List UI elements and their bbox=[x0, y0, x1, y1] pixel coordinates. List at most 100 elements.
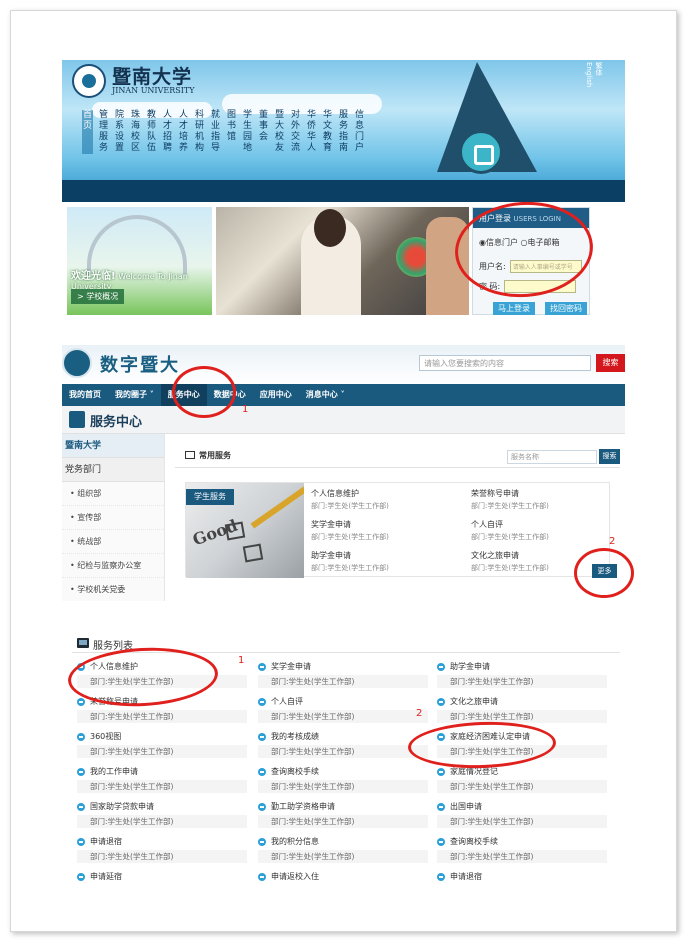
jnu-nav-item[interactable]: 董事会 bbox=[258, 110, 269, 154]
sidebar-item[interactable]: • 组织部 bbox=[62, 482, 164, 506]
list-item-name[interactable]: 360视图 bbox=[90, 731, 121, 742]
jnu-nav-item[interactable]: 科研机构 bbox=[194, 110, 205, 154]
jnu-nav-item[interactable]: 珠海校区 bbox=[130, 110, 141, 154]
service-name[interactable]: 荣誉称号申请 bbox=[471, 488, 519, 499]
lang-english-link[interactable]: English bbox=[584, 62, 594, 87]
password-input[interactable] bbox=[504, 280, 577, 293]
jnu-nav-item[interactable]: 暨大校友 bbox=[274, 110, 285, 154]
tab-my-circle[interactable]: 我的圈子 ˅ bbox=[108, 384, 161, 406]
sidebar-group[interactable]: 党务部门 bbox=[62, 458, 164, 482]
list-item-name[interactable]: 申请退宿 bbox=[450, 871, 482, 882]
jnu-nav-item[interactable]: 首页 bbox=[82, 110, 93, 154]
list-item-name[interactable]: 奖学金申请 bbox=[271, 661, 311, 672]
list-item[interactable]: 申请返校入住 bbox=[258, 870, 428, 884]
service-name[interactable]: 个人信息维护 bbox=[311, 488, 359, 499]
service-name[interactable]: 奖学金申请 bbox=[311, 519, 351, 530]
service-cell[interactable]: 奖学金申请 部门:学生处(学生工作部) bbox=[308, 516, 453, 546]
username-input[interactable]: 请输入人事编号或学号 bbox=[509, 260, 582, 273]
jnu-nav-item[interactable]: 图书馆 bbox=[226, 110, 237, 154]
list-item-name[interactable]: 申请退宿 bbox=[90, 836, 122, 847]
jnu-nav-item[interactable]: 华侨华人 bbox=[306, 110, 317, 154]
list-item[interactable]: 360视图 部门:学生处(学生工作部) bbox=[77, 730, 247, 764]
jnu-nav-item[interactable]: 管理服务 bbox=[98, 110, 109, 154]
service-cell[interactable]: 个人自评 部门:学生处(学生工作部) bbox=[468, 516, 613, 546]
list-item-name[interactable]: 国家助学贷款申请 bbox=[90, 801, 154, 812]
list-item[interactable]: 查询离校手续 部门:学生处(学生工作部) bbox=[437, 835, 607, 869]
service-search-input[interactable]: 服务名称 bbox=[507, 450, 597, 464]
list-item[interactable]: 我的工作申请 部门:学生处(学生工作部) bbox=[77, 765, 247, 799]
student-services-label[interactable]: 学生服务 bbox=[186, 489, 234, 505]
school-profile-link[interactable]: > 学校概况 bbox=[71, 289, 125, 304]
list-item[interactable]: 家庭经济困难认定申请 部门:学生处(学生工作部) bbox=[437, 730, 607, 764]
jnu-nav-item[interactable]: 院系设置 bbox=[114, 110, 125, 154]
service-cell[interactable]: 个人信息维护 部门:学生处(学生工作部) bbox=[308, 485, 453, 515]
jnu-nav-item[interactable]: 服务指南 bbox=[338, 110, 349, 154]
list-item-name[interactable]: 文化之旅申请 bbox=[450, 696, 498, 707]
list-item-name[interactable]: 查询离校手续 bbox=[271, 766, 319, 777]
service-name[interactable]: 助学金申请 bbox=[311, 550, 351, 561]
service-cell[interactable]: 荣誉称号申请 部门:学生处(学生工作部) bbox=[468, 485, 613, 515]
list-item-name[interactable]: 家庭经济困难认定申请 bbox=[450, 731, 530, 742]
list-item-name[interactable]: 申请返校入住 bbox=[271, 871, 319, 882]
list-item[interactable]: 出国申请 部门:学生处(学生工作部) bbox=[437, 800, 607, 834]
service-search-button[interactable]: 搜索 bbox=[599, 449, 620, 464]
jnu-seal-logo[interactable] bbox=[72, 64, 106, 98]
list-item-name[interactable]: 勤工助学资格申请 bbox=[271, 801, 335, 812]
more-button[interactable]: 更多 bbox=[592, 564, 617, 578]
jnu-nav-item[interactable]: 人才招聘 bbox=[162, 110, 173, 154]
jnu-nav-item[interactable]: 人才培养 bbox=[178, 110, 189, 154]
list-item[interactable]: 助学金申请 部门:学生处(学生工作部) bbox=[437, 660, 607, 694]
portal-search-button[interactable]: 搜索 bbox=[596, 354, 625, 372]
list-item[interactable]: 我的积分信息 部门:学生处(学生工作部) bbox=[258, 835, 428, 869]
tab-app-center[interactable]: 应用中心 bbox=[253, 384, 299, 406]
jnu-nav-item[interactable]: 信息门户 bbox=[354, 110, 365, 154]
list-item-name[interactable]: 家庭情况登记 bbox=[450, 766, 498, 777]
list-item-name[interactable]: 荣誉称号申请 bbox=[90, 696, 138, 707]
list-item[interactable]: 奖学金申请 部门:学生处(学生工作部) bbox=[258, 660, 428, 694]
jnu-nav-item[interactable]: 学生园地 bbox=[242, 110, 253, 154]
list-item-name[interactable]: 申请延宿 bbox=[90, 871, 122, 882]
list-item[interactable]: 个人自评 部门:学生处(学生工作部) bbox=[258, 695, 428, 729]
tab-my-home[interactable]: 我的首页 bbox=[62, 384, 108, 406]
list-item[interactable]: 查询离校手续 部门:学生处(学生工作部) bbox=[258, 765, 428, 799]
portal-logo-icon[interactable] bbox=[62, 348, 92, 378]
list-item[interactable]: 文化之旅申请 部门:学生处(学生工作部) bbox=[437, 695, 607, 729]
sidebar-item[interactable]: • 学校机关党委 bbox=[62, 578, 164, 601]
jnu-nav-item[interactable]: 就业指导 bbox=[210, 110, 221, 154]
sidebar-item[interactable]: • 统战部 bbox=[62, 530, 164, 554]
list-item[interactable]: 家庭情况登记 部门:学生处(学生工作部) bbox=[437, 765, 607, 799]
list-item-name[interactable]: 个人自评 bbox=[271, 696, 303, 707]
list-item[interactable]: 国家助学贷款申请 部门:学生处(学生工作部) bbox=[77, 800, 247, 834]
jnu-nav-item[interactable]: 对外交流 bbox=[290, 110, 301, 154]
list-item[interactable]: 我的考核成绩 部门:学生处(学生工作部) bbox=[258, 730, 428, 764]
sidebar-head[interactable]: 暨南大学 bbox=[62, 434, 164, 458]
list-item[interactable]: 勤工助学资格申请 部门:学生处(学生工作部) bbox=[258, 800, 428, 834]
portal-search-input[interactable]: 请输入您要搜索的内容 bbox=[419, 355, 591, 371]
list-item-name[interactable]: 助学金申请 bbox=[450, 661, 490, 672]
login-button[interactable]: 马上登录 bbox=[493, 302, 535, 315]
radio-info-portal[interactable]: ◉信息门户 bbox=[479, 238, 518, 247]
list-item-name[interactable]: 我的工作申请 bbox=[90, 766, 138, 777]
tab-message-center[interactable]: 消息中心 ˅ bbox=[299, 384, 352, 406]
list-item[interactable]: 申请退宿 部门:学生处(学生工作部) bbox=[77, 835, 247, 869]
list-item[interactable]: 荣誉称号申请 部门:学生处(学生工作部) bbox=[77, 695, 247, 729]
service-name[interactable]: 文化之旅申请 bbox=[471, 550, 519, 561]
tab-data-center[interactable]: 数据中心 bbox=[207, 384, 253, 406]
list-item-name[interactable]: 我的考核成绩 bbox=[271, 731, 319, 742]
list-item-name[interactable]: 查询离校手续 bbox=[450, 836, 498, 847]
sidebar-item[interactable]: • 纪检与监察办公室 bbox=[62, 554, 164, 578]
list-item[interactable]: 申请延宿 bbox=[77, 870, 247, 884]
radio-email[interactable]: ○电子邮箱 bbox=[521, 238, 560, 247]
list-item[interactable]: 个人信息维护 部门:学生处(学生工作部) bbox=[77, 660, 247, 694]
list-item-name[interactable]: 出国申请 bbox=[450, 801, 482, 812]
service-name[interactable]: 个人自评 bbox=[471, 519, 503, 530]
forgot-password-button[interactable]: 找回密码 bbox=[545, 302, 587, 315]
sidebar-item[interactable]: • 宣传部 bbox=[62, 506, 164, 530]
tab-service-center[interactable]: 服务中心 bbox=[160, 384, 207, 406]
list-item-name[interactable]: 我的积分信息 bbox=[271, 836, 319, 847]
lang-traditional-link[interactable]: 繁体 bbox=[594, 62, 604, 87]
list-item[interactable]: 申请退宿 bbox=[437, 870, 607, 884]
service-cell[interactable]: 助学金申请 部门:学生处(学生工作部) bbox=[308, 547, 453, 577]
jnu-nav-item[interactable]: 华文教育 bbox=[322, 110, 333, 154]
list-item-name[interactable]: 个人信息维护 bbox=[90, 661, 138, 672]
